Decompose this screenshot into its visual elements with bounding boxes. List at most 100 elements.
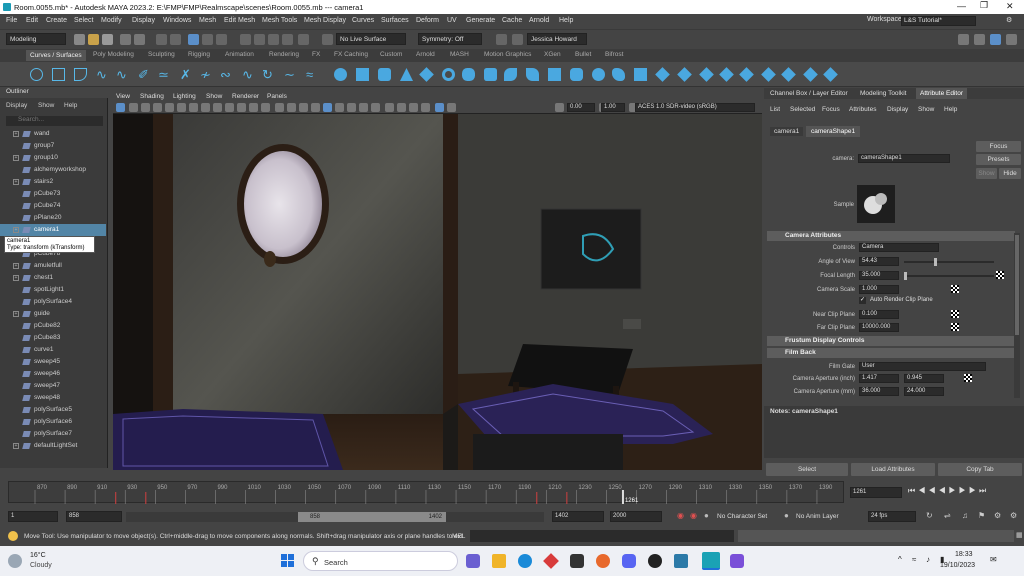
menu-display[interactable]: Display xyxy=(132,17,155,24)
grid-icon[interactable] xyxy=(189,103,198,112)
pencil-curve-icon[interactable]: ✐ xyxy=(138,68,151,81)
exposure-toggle-icon[interactable] xyxy=(555,103,564,112)
outliner-menu-help[interactable]: Help xyxy=(64,102,77,109)
anim-layer-select[interactable]: No Anim Layer xyxy=(796,513,839,520)
outliner-item[interactable]: polySurface5 xyxy=(0,404,106,416)
focal-slider-handle[interactable] xyxy=(904,272,907,280)
redo-icon[interactable] xyxy=(134,34,145,45)
aov-slider-handle[interactable] xyxy=(934,258,937,266)
extrude-icon[interactable] xyxy=(526,68,539,81)
menu-arnold[interactable]: Arnold xyxy=(529,17,549,24)
offset-curve-icon[interactable]: ≈ xyxy=(306,68,319,81)
play-backwards-icon[interactable]: ◀ xyxy=(938,486,948,495)
weather-cloud-icon[interactable] xyxy=(8,554,22,568)
outliner-item[interactable]: spotLight1 xyxy=(0,284,106,296)
discord-icon[interactable] xyxy=(622,554,636,568)
anti-aliasing-icon[interactable] xyxy=(371,103,380,112)
notes-area[interactable]: Notes: cameraShape1 xyxy=(764,406,1024,458)
outliner-item[interactable]: polySurface4 xyxy=(0,296,106,308)
gamma-field[interactable]: 1.00 xyxy=(601,103,625,112)
expand-toggle-icon[interactable]: + xyxy=(13,155,19,161)
snap-grid-icon[interactable] xyxy=(240,34,251,45)
step-forward-frame-icon[interactable]: ▶ xyxy=(959,486,969,495)
expand-toggle-icon[interactable]: + xyxy=(13,443,19,449)
menu-select[interactable]: Select xyxy=(74,17,93,24)
audio-icon[interactable]: ♫ xyxy=(962,511,968,520)
angle-of-view-slider[interactable] xyxy=(904,258,994,266)
blender-icon[interactable] xyxy=(648,554,662,568)
gate-mask-icon[interactable] xyxy=(225,103,234,112)
bookmark-icon[interactable] xyxy=(141,103,150,112)
ipr-icon[interactable] xyxy=(512,34,523,45)
cut-curve-icon[interactable]: ✗ xyxy=(180,68,193,81)
section-film-back[interactable]: Film Back xyxy=(767,348,1015,358)
minimize-icon[interactable]: — xyxy=(957,1,966,11)
menu-surfaces[interactable]: Surfaces xyxy=(381,17,409,24)
app-red-icon[interactable] xyxy=(543,553,559,569)
menu-edit[interactable]: Edit xyxy=(26,17,38,24)
outliner-item[interactable]: + amuletfull xyxy=(0,260,106,272)
film-gate-icon[interactable] xyxy=(201,103,210,112)
far-clip-field[interactable]: 10000.000 xyxy=(859,323,899,332)
outliner-item[interactable]: sweep46 xyxy=(0,368,106,380)
film-gate-select[interactable]: User xyxy=(859,362,986,371)
attr-menu-help[interactable]: Help xyxy=(944,106,957,113)
menu-uv[interactable]: UV xyxy=(447,17,457,24)
shelf-tab-bullet[interactable]: Bullet xyxy=(575,51,591,58)
project-curve-icon[interactable] xyxy=(612,68,625,81)
outliner-item[interactable]: sweep45 xyxy=(0,356,106,368)
steam-icon[interactable] xyxy=(674,554,688,568)
shelf-tab-sculpting[interactable]: Sculpting xyxy=(148,51,175,58)
nurbs-circle-icon[interactable] xyxy=(30,68,43,81)
menu-mesh[interactable]: Mesh xyxy=(199,17,216,24)
character-set-select[interactable]: No Character Set xyxy=(717,513,767,520)
section-camera-attributes[interactable]: Camera Attributes xyxy=(767,231,1015,241)
notifications-icon[interactable]: ✉ xyxy=(990,555,997,564)
focal-length-field[interactable]: 35.000 xyxy=(859,271,899,280)
2d-pan-zoom-icon[interactable] xyxy=(165,103,174,112)
focal-length-map-icon[interactable] xyxy=(996,271,1004,279)
range-slider[interactable]: 858 1402 xyxy=(126,512,544,522)
menu-deform[interactable]: Deform xyxy=(416,17,439,24)
nurbs-sphere-icon[interactable] xyxy=(334,68,347,81)
viewport-menu-show[interactable]: Show xyxy=(206,93,222,100)
nurbs-plane-icon[interactable] xyxy=(419,67,434,82)
current-frame-field[interactable]: 1261 xyxy=(850,487,902,498)
field-chart-icon[interactable] xyxy=(237,103,246,112)
revolve-icon[interactable] xyxy=(462,68,475,81)
outliner-item[interactable]: pCube74 xyxy=(0,200,106,212)
aperture-mm-y-field[interactable]: 24.000 xyxy=(904,387,944,396)
attach-surface-icon[interactable] xyxy=(677,67,692,82)
save-scene-icon[interactable] xyxy=(102,34,113,45)
shelf-tab-curves-surfaces[interactable]: Curves / Surfaces xyxy=(26,50,86,61)
nurbs-cone-icon[interactable] xyxy=(400,68,413,81)
node-tab-camera1[interactable]: camera1 xyxy=(770,127,804,136)
maya-taskbar-icon[interactable] xyxy=(702,552,720,570)
attr-menu-list[interactable]: List xyxy=(770,106,780,113)
wireframe-on-shaded-icon[interactable] xyxy=(299,103,308,112)
teams-icon[interactable] xyxy=(466,554,480,568)
outliner-item[interactable]: pCube83 xyxy=(0,332,106,344)
volume-icon[interactable]: ♪ xyxy=(926,555,930,564)
image-plane-icon[interactable] xyxy=(153,103,162,112)
exposure-field[interactable]: 0.00 xyxy=(567,103,595,112)
time-slider[interactable]: 870 890 910 930 950 970 990 1010 1030 1050 1070 109… xyxy=(8,481,844,504)
reverse-curve-icon[interactable]: ↻ xyxy=(262,68,275,81)
snap-point-icon[interactable] xyxy=(268,34,279,45)
gamma-icon[interactable] xyxy=(447,103,456,112)
step-forward-key-icon[interactable]: ▶ xyxy=(969,486,979,495)
character-set-icon[interactable]: ● xyxy=(704,511,709,520)
bevel-plus-icon[interactable] xyxy=(570,68,583,81)
focus-button[interactable]: Focus xyxy=(976,141,1021,152)
outliner-item[interactable]: + defaultLightSet xyxy=(0,440,106,452)
load-attributes-button[interactable]: Load Attributes xyxy=(851,463,935,476)
shelf-tab-custom[interactable]: Custom xyxy=(380,51,402,58)
script-language-toggle[interactable]: MEL xyxy=(452,533,465,540)
xray-joints-icon[interactable] xyxy=(409,103,418,112)
outliner-item[interactable]: pCube73 xyxy=(0,188,106,200)
outliner-item[interactable]: sweep48 xyxy=(0,392,106,404)
snap-view-icon[interactable] xyxy=(298,34,309,45)
command-input[interactable] xyxy=(470,530,734,542)
channel-box-toggle-icon[interactable] xyxy=(974,34,985,45)
xray-components-icon[interactable] xyxy=(421,103,430,112)
